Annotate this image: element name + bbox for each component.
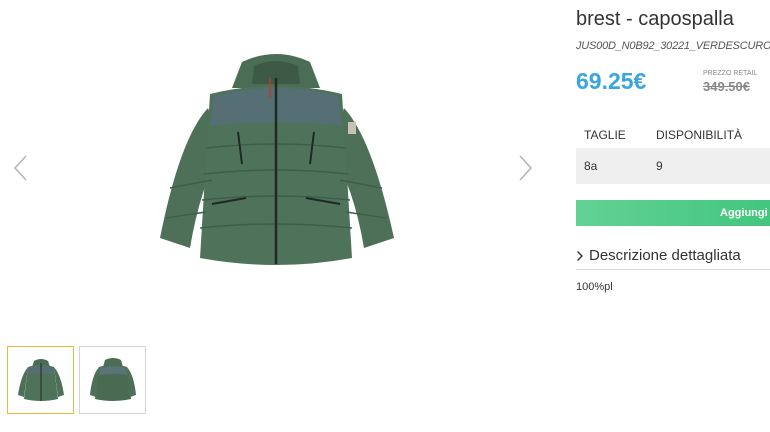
thumbnail-front[interactable] (7, 346, 74, 414)
add-to-cart-button[interactable]: Aggiungi al carrello (576, 200, 770, 226)
chevron-right-icon (577, 251, 583, 261)
product-gallery (0, 0, 560, 414)
availability-value: 9 (656, 159, 663, 173)
thumbnail-back[interactable] (79, 346, 146, 414)
chevron-left-icon[interactable] (10, 152, 30, 184)
retail-price: 349.50€ (703, 79, 750, 94)
description-toggle-label: Descrizione dettagliata (589, 247, 741, 264)
product-info: brest - capospalla JUS00D_N0B92_30221_VE… (576, 0, 770, 432)
product-sku: JUS00D_N0B92_30221_VERDESCURO (576, 40, 770, 52)
description-text: 100%pl (576, 281, 613, 293)
chevron-right-icon[interactable] (516, 152, 536, 184)
size-table-header: TAGLIE DISPONIBILITÀ (576, 120, 770, 148)
product-title: brest - capospalla (576, 8, 734, 30)
product-price: 69.25€ (576, 68, 647, 94)
availability-column-header: DISPONIBILITÀ (656, 128, 743, 142)
retail-price-label: PREZZO RETAIL (703, 70, 758, 77)
size-table: TAGLIE DISPONIBILITÀ 8a 9 (576, 120, 770, 184)
size-value: 8a (584, 159, 598, 173)
product-image (160, 54, 394, 265)
thumbnail-image (90, 358, 136, 401)
size-column-header: TAGLIE (584, 128, 626, 142)
size-row[interactable]: 8a 9 (576, 148, 770, 184)
thumbnail-image (18, 359, 64, 401)
description-toggle[interactable]: Descrizione dettagliata (576, 244, 770, 270)
